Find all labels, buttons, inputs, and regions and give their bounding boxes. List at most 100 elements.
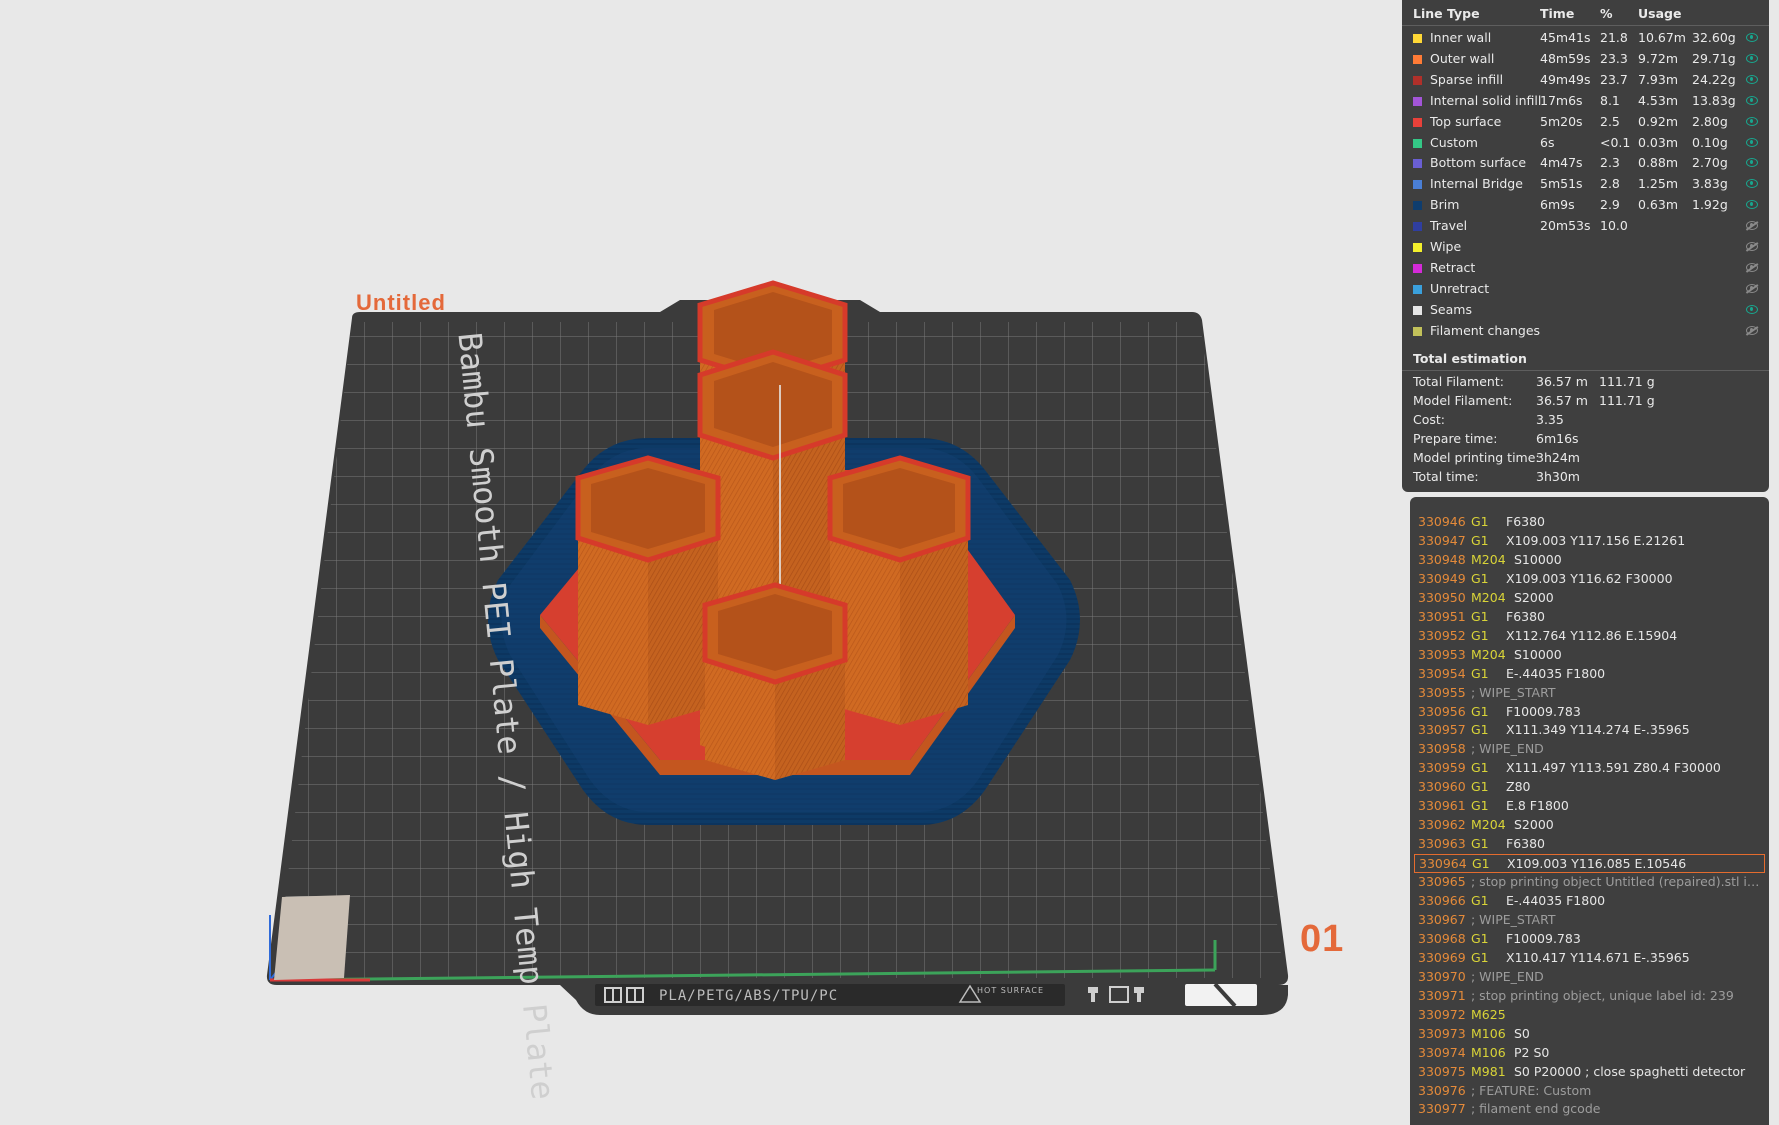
gcode-line[interactable]: 330970 ; WIPE_END — [1414, 968, 1765, 987]
visibility-toggle-icon[interactable] — [1746, 262, 1758, 272]
visibility-toggle-icon[interactable] — [1746, 221, 1758, 231]
gcode-line[interactable]: 330963 G1 F6380 — [1414, 835, 1765, 854]
gcode-line-number: 330964 — [1419, 856, 1467, 872]
gcode-line[interactable]: 330976 ; FEATURE: Custom — [1414, 1082, 1765, 1101]
gcode-arguments: X110.417 Y114.671 E-.35965 — [1506, 949, 1690, 965]
gcode-line-number: 330966 — [1418, 893, 1466, 908]
legend-line-type: Custom — [1430, 134, 1478, 150]
gcode-line[interactable]: 330967 ; WIPE_START — [1414, 911, 1765, 930]
visibility-toggle-icon[interactable] — [1746, 242, 1758, 251]
legend-swatch — [1413, 96, 1422, 106]
total-row: Total time: 3h30m — [1402, 469, 1769, 488]
gcode-line[interactable]: 330949 G1 X109.003 Y116.62 F30000 — [1414, 570, 1765, 589]
gcode-line[interactable]: 330973 M106 S0 — [1414, 1025, 1765, 1044]
legend-line-type: Sparse infill — [1430, 71, 1504, 87]
gcode-line[interactable]: 330957 G1 X111.349 Y114.274 E-.35965 — [1414, 721, 1765, 740]
gcode-line[interactable]: 330951 G1 F6380 — [1414, 608, 1765, 627]
gcode-arguments: F6380 — [1506, 836, 1546, 852]
visibility-toggle-icon[interactable] — [1746, 95, 1758, 105]
visibility-toggle-icon[interactable] — [1746, 158, 1758, 168]
gcode-line[interactable]: 330965 ; stop printing object Untitled (r… — [1414, 873, 1765, 892]
gcode-arguments: S0 — [1514, 1025, 1530, 1041]
3d-viewport[interactable]: Untitled 01 Bambu Smooth PEI Plate / Hig… — [0, 0, 1400, 1125]
legend-row: Brim 6m9s 2.9 0.63m 1.92g — [1402, 195, 1769, 216]
gcode-line[interactable]: 330946 G1 F6380 — [1414, 513, 1765, 532]
visibility-toggle-icon[interactable] — [1746, 200, 1758, 210]
gcode-line[interactable]: 330953 M204 S10000 — [1414, 646, 1765, 665]
gcode-command: G1 — [1471, 608, 1489, 624]
gcode-line[interactable]: 330960 G1 Z80 — [1414, 778, 1765, 797]
gcode-line[interactable]: 330969 G1 X110.417 Y114.671 E-.35965 — [1414, 949, 1765, 968]
visibility-toggle-icon[interactable] — [1746, 74, 1758, 84]
legend-time: 5m51s — [1540, 176, 1583, 192]
gcode-line-number: 330957 — [1418, 722, 1466, 738]
project-title[interactable]: Untitled — [356, 290, 446, 316]
gcode-command: G1 — [1471, 760, 1489, 776]
gcode-line[interactable]: 330975 M981 S0 P20000 ; close spaghetti de… — [1414, 1063, 1765, 1082]
gcode-line[interactable]: 330971 ; stop printing object, unique lab… — [1414, 987, 1765, 1006]
legend-line-type: Brim — [1430, 197, 1460, 213]
header-percent: % — [1600, 6, 1613, 21]
gcode-line[interactable]: 330950 M204 S2000 — [1414, 589, 1765, 608]
visibility-toggle-icon[interactable] — [1746, 304, 1758, 314]
gcode-command: M204 — [1471, 551, 1506, 567]
header-line-type: Line Type — [1413, 6, 1480, 21]
scene-canvas[interactable] — [0, 0, 1400, 1125]
visibility-toggle-icon[interactable] — [1746, 283, 1758, 293]
total-row: Total Filament: 36.57 m 111.71 g — [1402, 374, 1769, 393]
gcode-viewer[interactable]: 330946 G1 F6380 330947 G1 X109.003 Y117.156 E… — [1410, 497, 1769, 1125]
legend-line-type: Filament changes — [1430, 322, 1541, 338]
gcode-line[interactable]: 330977 ; filament end gcode — [1414, 1100, 1765, 1119]
visibility-toggle-icon[interactable] — [1746, 116, 1758, 126]
legend-length: 1.25m — [1638, 176, 1679, 192]
legend-swatch — [1413, 34, 1422, 43]
legend-line-type: Internal solid infill — [1430, 92, 1542, 108]
legend-line-type: Retract — [1430, 259, 1476, 275]
legend-row: Bottom surface 4m47s 2.3 0.88m 2.70g — [1402, 153, 1769, 174]
legend-row: Retract — [1402, 258, 1769, 279]
gcode-line[interactable]: 330964 G1 X109.003 Y116.085 E.10546 — [1414, 854, 1765, 874]
total-row: Cost: 3.35 — [1402, 412, 1769, 431]
legend-swatch — [1413, 138, 1422, 148]
gcode-line[interactable]: 330966 G1 E-.44035 F1800 — [1414, 892, 1765, 911]
gcode-arguments: F6380 — [1506, 514, 1546, 529]
visibility-toggle-icon[interactable] — [1746, 33, 1758, 42]
visibility-toggle-icon[interactable] — [1746, 325, 1758, 335]
gcode-line[interactable]: 330955 ; WIPE_START — [1414, 684, 1765, 703]
gcode-line[interactable]: 330961 G1 E.8 F1800 — [1414, 797, 1765, 816]
gcode-line[interactable]: 330959 G1 X111.497 Y113.591 Z80.4 F30000 — [1414, 759, 1765, 778]
legend-weight: 13.83g — [1692, 92, 1736, 108]
legend-length: 0.92m — [1638, 113, 1679, 129]
gcode-line-number: 330959 — [1418, 760, 1466, 776]
gcode-line[interactable]: 330968 G1 F10009.783 — [1414, 930, 1765, 949]
legend-swatch — [1413, 263, 1422, 273]
gcode-line-number: 330961 — [1418, 798, 1466, 814]
gcode-line-number: 330947 — [1418, 532, 1466, 548]
gcode-command: G1 — [1471, 836, 1489, 852]
visibility-toggle-icon[interactable] — [1746, 179, 1758, 189]
gcode-arguments: S0 P20000 ; close spaghetti detector — [1514, 1063, 1746, 1079]
legend-line-type: Unretract — [1430, 280, 1490, 296]
gcode-line[interactable]: 330958 ; WIPE_END — [1414, 740, 1765, 759]
legend-row: Internal Bridge 5m51s 2.8 1.25m 3.83g — [1402, 174, 1769, 195]
gcode-line[interactable]: 330947 G1 X109.003 Y117.156 E.21261 — [1414, 532, 1765, 551]
plate-number[interactable]: 01 — [1300, 918, 1344, 961]
gcode-line-number: 330953 — [1418, 646, 1466, 662]
gcode-line[interactable]: 330972 M625 — [1414, 1006, 1765, 1025]
gcode-line[interactable]: 330948 M204 S10000 — [1414, 551, 1765, 570]
gcode-line[interactable]: 330956 G1 F10009.783 — [1414, 703, 1765, 722]
legend-time: 6m9s — [1540, 197, 1575, 213]
gcode-command: G1 — [1471, 532, 1489, 548]
visibility-toggle-icon[interactable] — [1746, 53, 1758, 63]
legend-line-type: Top surface — [1430, 113, 1502, 129]
gcode-comment: ; stop printing object Untitled (repaire… — [1471, 874, 1761, 890]
gcode-line[interactable]: 330954 G1 E-.44035 F1800 — [1414, 665, 1765, 684]
gcode-line[interactable]: 330952 G1 X112.764 Y112.86 E.15904 — [1414, 627, 1765, 646]
total-value: 3h24m — [1536, 450, 1580, 465]
legend-weight: 2.70g — [1692, 155, 1728, 171]
gcode-line[interactable]: 330974 M106 P2 S0 — [1414, 1044, 1765, 1063]
visibility-toggle-icon[interactable] — [1746, 137, 1758, 147]
legend-time: 48m59s — [1540, 50, 1591, 66]
gcode-line-number: 330968 — [1418, 930, 1466, 946]
gcode-line[interactable]: 330962 M204 S2000 — [1414, 816, 1765, 835]
